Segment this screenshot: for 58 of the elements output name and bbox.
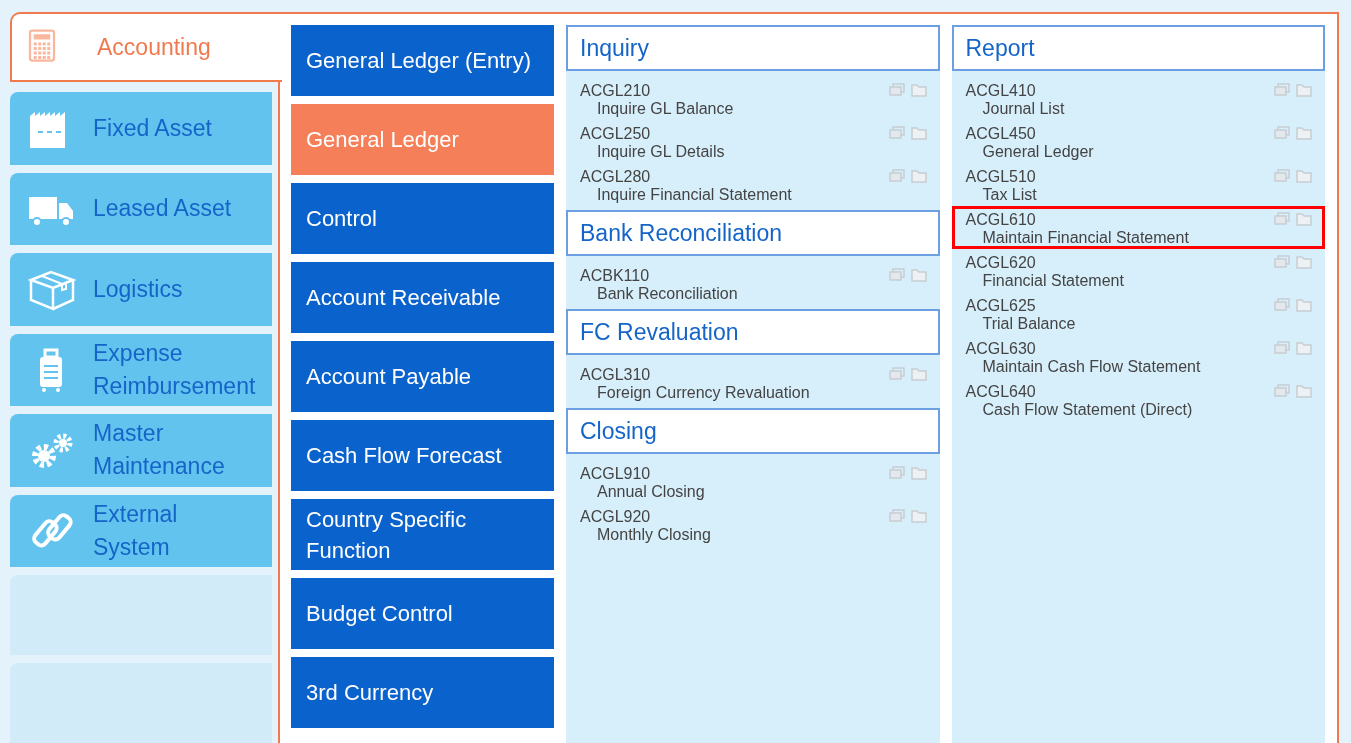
menu-button[interactable]: Cash Flow Forecast — [291, 420, 554, 491]
copy-window-icon[interactable] — [1274, 384, 1290, 398]
folder-icon[interactable] — [910, 169, 927, 183]
program-item[interactable]: ACGL625 Trial Balance — [951, 292, 1325, 335]
folder-icon[interactable] — [1296, 212, 1312, 226]
menu-button[interactable]: Account Receivable — [291, 262, 554, 333]
program-item[interactable]: ACGL910 Annual Closing — [566, 460, 940, 503]
menu-button[interactable]: Budget Control — [291, 578, 554, 649]
section-header: FC Revaluation — [566, 309, 940, 355]
folder-icon[interactable] — [910, 83, 927, 97]
folder-icon[interactable] — [1296, 255, 1312, 269]
program-item[interactable]: ACGL280 Inquire Financial Statement — [566, 163, 940, 206]
folder-icon[interactable] — [910, 126, 927, 140]
menu-button[interactable]: 3rd Currency — [291, 657, 554, 728]
program-item[interactable]: ACGL620 Financial Statement — [951, 249, 1325, 292]
copy-window-icon[interactable] — [1274, 341, 1290, 355]
copy-window-icon[interactable] — [1274, 298, 1290, 312]
folder-icon[interactable] — [1296, 83, 1312, 97]
menu-button[interactable]: Control — [291, 183, 554, 254]
copy-window-icon[interactable] — [1274, 169, 1290, 183]
menu-button[interactable]: Account Payable — [291, 341, 554, 412]
program-item[interactable]: ACGL450 General Ledger — [951, 120, 1325, 163]
folder-icon[interactable] — [1296, 384, 1312, 398]
menu-button[interactable]: General Ledger (Entry) — [291, 25, 554, 96]
folder-icon[interactable] — [910, 367, 927, 381]
copy-window-icon[interactable] — [1274, 255, 1290, 269]
program-item[interactable]: ACGL210 Inquire GL Balance — [566, 77, 940, 120]
copy-window-icon[interactable] — [888, 268, 905, 282]
copy-window-icon[interactable] — [888, 83, 905, 97]
copy-window-icon[interactable] — [888, 367, 905, 381]
program-item[interactable]: ACGL640 Cash Flow Statement (Direct) — [951, 378, 1325, 421]
folder-icon[interactable] — [1296, 169, 1312, 183]
folder-icon[interactable] — [910, 268, 927, 282]
section-header: Inquiry — [566, 25, 940, 71]
program-item[interactable]: ACGL310 Foreign Currency Revaluation — [566, 361, 940, 404]
program-item[interactable]: ACGL510 Tax List — [951, 163, 1325, 206]
program-item[interactable]: ACGL250 Inquire GL Details — [566, 120, 940, 163]
folder-icon[interactable] — [1296, 341, 1312, 355]
folder-icon[interactable] — [1296, 298, 1312, 312]
menu-button[interactable]: Country Specific Function — [291, 499, 554, 570]
copy-window-icon[interactable] — [888, 466, 905, 480]
program-item[interactable]: ACGL410 Journal List — [951, 77, 1325, 120]
copy-window-icon[interactable] — [888, 169, 905, 183]
program-item[interactable]: ACGL920 Monthly Closing — [566, 503, 940, 546]
copy-window-icon[interactable] — [1274, 126, 1290, 140]
section-header: Closing — [566, 408, 940, 454]
program-item[interactable]: ACGL610 Maintain Financial Statement — [951, 206, 1325, 249]
section-header: Bank Reconciliation — [566, 210, 940, 256]
copy-window-icon[interactable] — [1274, 212, 1290, 226]
folder-icon[interactable] — [910, 509, 927, 523]
program-item[interactable]: ACBK110 Bank Reconciliation — [566, 262, 940, 305]
copy-window-icon[interactable] — [888, 126, 905, 140]
copy-window-icon[interactable] — [1274, 83, 1290, 97]
section-header: Report — [951, 25, 1325, 71]
copy-window-icon[interactable] — [888, 509, 905, 523]
folder-icon[interactable] — [1296, 126, 1312, 140]
folder-icon[interactable] — [910, 466, 927, 480]
program-item[interactable]: ACGL630 Maintain Cash Flow Statement — [951, 335, 1325, 378]
